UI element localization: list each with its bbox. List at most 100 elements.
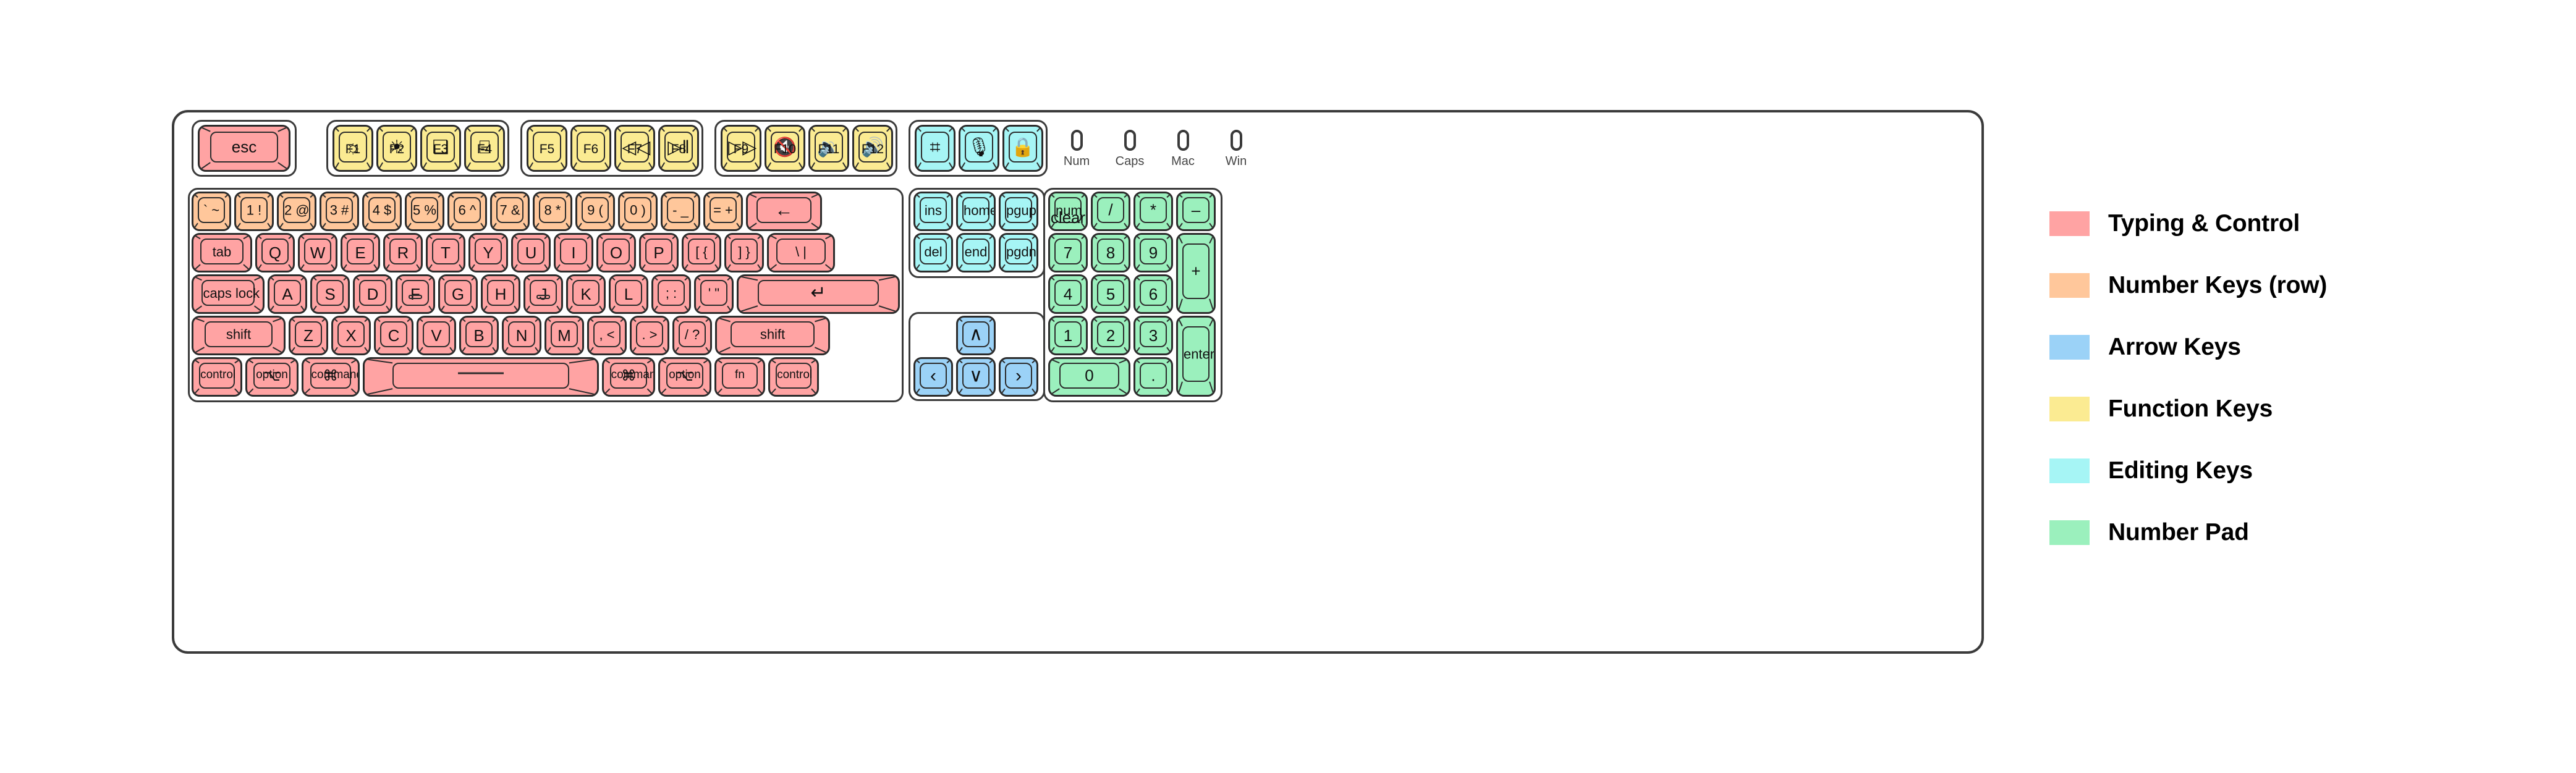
key-qwerty-1[interactable]: Q — [255, 233, 295, 272]
key-f4[interactable]: ⌸ F4 — [464, 125, 505, 172]
key-f3[interactable]: ❑ F3 — [420, 125, 461, 172]
key-num-6[interactable]: 6 ^ — [447, 192, 487, 231]
key-home-9[interactable]: L — [609, 274, 648, 314]
key-qwerty-5[interactable]: T — [426, 233, 465, 272]
key-numpad-3[interactable]: 3 — [1133, 316, 1173, 355]
key-shift-2[interactable]: X — [331, 316, 371, 355]
key-shift-3[interactable]: C — [374, 316, 413, 355]
key-numpad-zero[interactable]: 0 — [1048, 357, 1130, 397]
key-f10[interactable]: 🔇 F10 — [765, 125, 805, 172]
key-numpad-multiply[interactable]: * — [1133, 192, 1173, 231]
key-home-3[interactable]: D — [353, 274, 392, 314]
key-end[interactable]: end — [956, 233, 996, 272]
key-pgup[interactable]: pgup — [999, 192, 1038, 231]
key-f5[interactable]: F5 — [527, 125, 567, 172]
key-microphone[interactable]: 🎙 — [959, 125, 999, 172]
key-home[interactable]: home — [956, 192, 996, 231]
key-shift-1[interactable]: Z — [289, 316, 328, 355]
key-num-8[interactable]: 8 * — [533, 192, 572, 231]
key-num-11[interactable]: - _ — [661, 192, 700, 231]
key-numpad-decimal[interactable]: . — [1133, 357, 1173, 397]
key-numpad-8[interactable]: 8 — [1091, 233, 1130, 272]
key-numpad-2[interactable]: 2 — [1091, 316, 1130, 355]
arrow-left-key[interactable]: ‹ — [913, 357, 953, 397]
key-shift-8[interactable]: , < — [587, 316, 627, 355]
key-f9[interactable]: ▷▷ F9 — [721, 125, 761, 172]
key-screenshot-crop[interactable]: ⌗ — [915, 125, 955, 172]
key-numpad-5[interactable]: 5 — [1091, 274, 1130, 314]
key-qwerty-7[interactable]: U — [511, 233, 551, 272]
key-f7[interactable]: ◁◁ F7 — [614, 125, 655, 172]
key-return[interactable]: ↵ — [737, 274, 900, 314]
key-backspace[interactable]: ← — [746, 192, 822, 231]
key-bottom-0[interactable]: control — [192, 357, 242, 397]
key-num-12[interactable]: = + — [703, 192, 743, 231]
key-home-8[interactable]: K — [566, 274, 606, 314]
key-home-5[interactable]: G — [438, 274, 478, 314]
key-home-11[interactable]: ' " — [694, 274, 734, 314]
key-numpad-1[interactable]: 1 — [1048, 316, 1088, 355]
key-numpad-divide[interactable]: / — [1091, 192, 1130, 231]
key-home-10[interactable]: ; : — [651, 274, 691, 314]
key-bottom-5[interactable]: option ⌥ — [658, 357, 711, 397]
key-del[interactable]: del — [913, 233, 953, 272]
key-home-7[interactable]: J — [523, 274, 563, 314]
key-shift-7[interactable]: M — [544, 316, 584, 355]
key-home-2[interactable]: S — [310, 274, 350, 314]
key-num-7[interactable]: 7 & — [490, 192, 530, 231]
key-f12[interactable]: 🔊 F12 — [852, 125, 893, 172]
key-shift-4[interactable]: V — [417, 316, 456, 355]
key-qwerty-12[interactable]: ] } — [724, 233, 764, 272]
key-numpad-plus[interactable]: + — [1176, 233, 1216, 314]
key-num-5[interactable]: 5 % — [405, 192, 444, 231]
key-qwerty-8[interactable]: I — [554, 233, 593, 272]
arrow-right-key[interactable]: › — [999, 357, 1038, 397]
key-num-clear[interactable]: num clear — [1048, 192, 1088, 231]
key-numpad-7[interactable]: 7 — [1048, 233, 1088, 272]
key-qwerty-9[interactable]: O — [596, 233, 636, 272]
arrow-down-key[interactable]: ∨ — [956, 357, 996, 397]
key-bottom-1[interactable]: option ⌥ — [245, 357, 299, 397]
key-qwerty-6[interactable]: Y — [468, 233, 508, 272]
key-shift-10[interactable]: / ? — [672, 316, 712, 355]
key-qwerty-0[interactable]: tab — [192, 233, 252, 272]
arrow-up-key[interactable]: ∧ — [956, 316, 996, 355]
key-numpad-enter[interactable]: enter — [1176, 316, 1216, 397]
key-f8[interactable]: ▷‖ F8 — [658, 125, 699, 172]
key-qwerty-13[interactable]: \ | — [767, 233, 835, 272]
key-f6[interactable]: F6 — [570, 125, 611, 172]
key-qwerty-4[interactable]: R — [383, 233, 423, 272]
key-qwerty-2[interactable]: W — [298, 233, 337, 272]
key-lock[interactable]: 🔒 — [1002, 125, 1043, 172]
key-ins[interactable]: ins — [913, 192, 953, 231]
key-numpad-minus[interactable]: – — [1176, 192, 1216, 231]
key-shift-9[interactable]: . > — [630, 316, 669, 355]
key-home-6[interactable]: H — [481, 274, 520, 314]
key-f2[interactable]: ☀ F2 — [376, 125, 417, 172]
key-shift-0[interactable]: shift — [192, 316, 286, 355]
key-numpad-4[interactable]: 4 — [1048, 274, 1088, 314]
key-num-1[interactable]: 1 ! — [234, 192, 274, 231]
key-num-0[interactable]: ` ~ — [192, 192, 231, 231]
key-pgdn[interactable]: pgdn — [999, 233, 1038, 272]
key-numpad-9[interactable]: 9 — [1133, 233, 1173, 272]
key-numpad-6[interactable]: 6 — [1133, 274, 1173, 314]
key-f1[interactable]: ☼ F1 — [333, 125, 373, 172]
key-bottom-2[interactable]: command ⌘ — [302, 357, 360, 397]
key-num-9[interactable]: 9 ( — [575, 192, 615, 231]
key-num-4[interactable]: 4 $ — [362, 192, 402, 231]
key-num-10[interactable]: 0 ) — [618, 192, 658, 231]
key-num-3[interactable]: 3 # — [320, 192, 359, 231]
key-bottom-4[interactable]: command⌘ — [602, 357, 655, 397]
key-bottom-6[interactable]: fn — [714, 357, 765, 397]
key-spacebar[interactable] — [363, 357, 599, 397]
key-shift-6[interactable]: N — [502, 316, 541, 355]
key-home-0[interactable]: caps lock — [192, 274, 265, 314]
key-qwerty-3[interactable]: E — [341, 233, 380, 272]
key-shift-5[interactable]: B — [459, 316, 499, 355]
key-qwerty-11[interactable]: [ { — [682, 233, 721, 272]
key-num-2[interactable]: 2 @ — [277, 192, 316, 231]
key-esc[interactable]: esc — [198, 125, 290, 172]
key-shift-11[interactable]: shift — [715, 316, 830, 355]
key-home-4[interactable]: F — [396, 274, 435, 314]
